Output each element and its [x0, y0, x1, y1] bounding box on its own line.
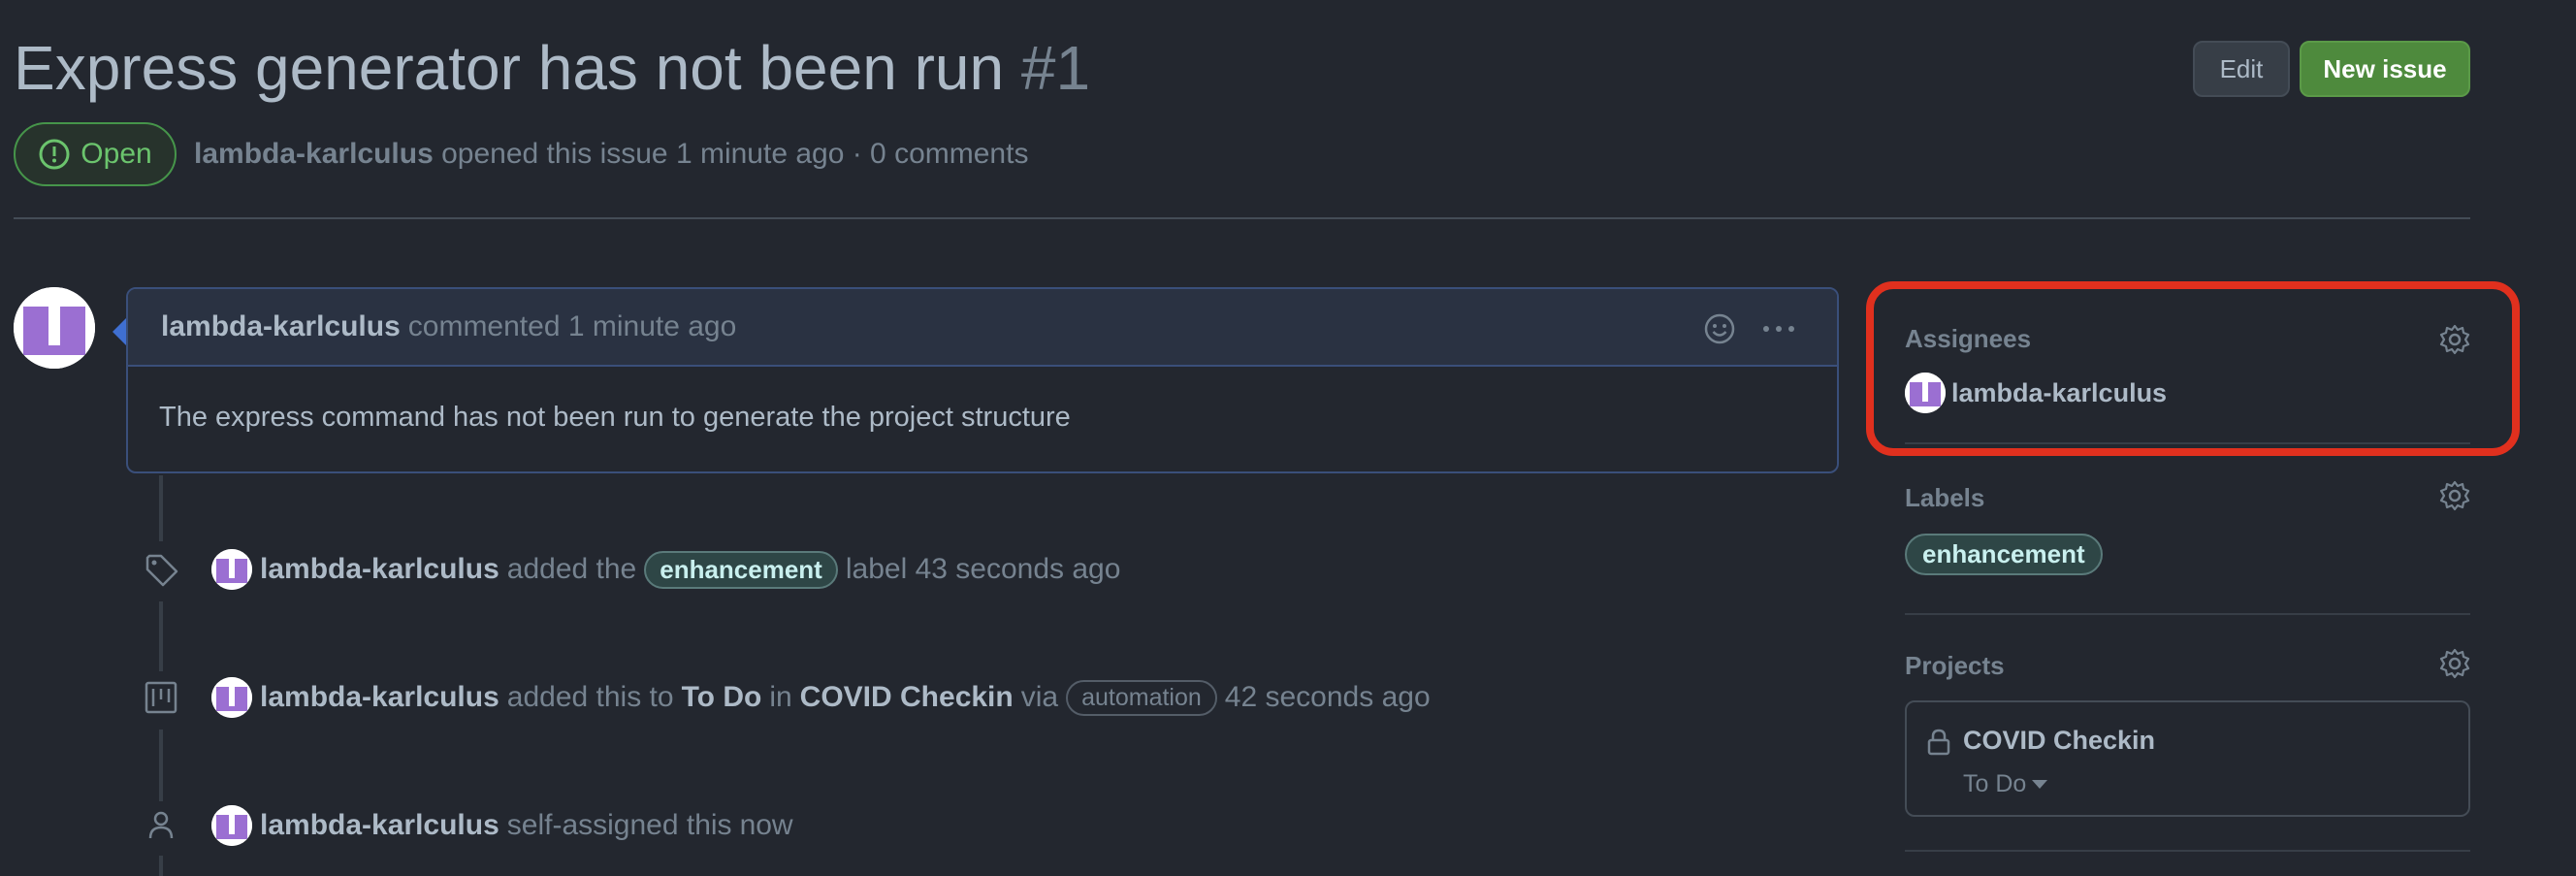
comment-body: The express command has not been run to …: [159, 402, 1071, 433]
timeline-event-project: lambda-karlculus added this to To Do in …: [142, 677, 1431, 718]
event-in-text: in: [769, 681, 792, 713]
event-suffix: label 43 seconds ago: [845, 553, 1121, 585]
person-icon: [148, 811, 174, 839]
comment-author-link[interactable]: lambda-karlculus: [161, 310, 401, 343]
timeline-line: [159, 601, 163, 671]
identicon-avatar-icon: [14, 287, 95, 369]
project-icon: [145, 681, 177, 714]
new-issue-button[interactable]: New issue: [2300, 41, 2470, 97]
event-author-link[interactable]: lambda-karlculus: [260, 681, 499, 714]
event-via-text: via: [1020, 681, 1059, 713]
comment-timestamp[interactable]: commented 1 minute ago: [408, 310, 737, 343]
project-column-label: To Do: [1963, 770, 2027, 797]
event-text: added this to: [506, 681, 674, 713]
status-badge: Open: [14, 122, 177, 186]
issue-author-link[interactable]: lambda-karlculus: [194, 138, 434, 170]
gear-icon[interactable]: [2438, 647, 2471, 680]
issue-title: Express generator has not been run #1: [14, 27, 1090, 109]
sidebar-divider: [1905, 613, 2470, 615]
issue-title-text: Express generator has not been run: [14, 33, 1005, 103]
timeline-line: [159, 475, 163, 541]
event-text: self-assigned this: [506, 809, 732, 841]
avatar: [1905, 373, 1946, 413]
header-divider: [14, 217, 2470, 219]
project-column-name: To Do: [681, 681, 762, 713]
timeline-line: [159, 730, 163, 801]
avatar[interactable]: [211, 549, 252, 590]
avatar[interactable]: [211, 677, 252, 718]
event-suffix: 42 seconds ago: [1224, 681, 1431, 713]
avatar[interactable]: [211, 805, 252, 846]
sidebar-label-badge[interactable]: enhancement: [1905, 534, 2103, 575]
chevron-down-icon: [2032, 780, 2048, 789]
issue-meta-text: opened this issue 1 minute ago · 0 comme…: [441, 138, 1029, 170]
assignees-highlight: [1866, 281, 2520, 456]
lock-icon: [1927, 729, 1950, 756]
sidebar-divider: [1905, 850, 2470, 852]
event-author-link[interactable]: lambda-karlculus: [260, 553, 499, 586]
project-card: COVID Checkin To Do: [1905, 700, 2470, 817]
gear-icon[interactable]: [2438, 479, 2471, 512]
tag-icon: [145, 554, 178, 587]
event-time[interactable]: now: [740, 809, 793, 842]
project-name-link[interactable]: COVID Checkin: [1963, 726, 2155, 756]
issue-number: #1: [1020, 33, 1091, 103]
comment-header: lambda-karlculus commented 1 minute ago: [128, 289, 1837, 367]
gear-icon[interactable]: [2438, 323, 2471, 356]
status-badge-label: Open: [80, 138, 152, 170]
timeline-event-labeled: lambda-karlculus added the enhancement l…: [142, 549, 1120, 590]
assignee-item[interactable]: lambda-karlculus: [1905, 373, 2167, 413]
project-link[interactable]: COVID Checkin: [800, 681, 1014, 714]
edit-button[interactable]: Edit: [2193, 41, 2290, 97]
projects-heading: Projects: [1905, 651, 2005, 680]
label-badge[interactable]: enhancement: [644, 550, 838, 589]
event-author-link[interactable]: lambda-karlculus: [260, 809, 499, 842]
event-text: added the: [506, 553, 637, 585]
kebab-horizontal-icon[interactable]: [1759, 312, 1798, 345]
sidebar-divider: [1905, 442, 2470, 444]
assignees-heading: Assignees: [1905, 324, 2032, 353]
timeline-event-assigned: lambda-karlculus self-assigned this now: [142, 805, 793, 846]
issue-opened-icon: [39, 139, 70, 170]
comment-author-avatar[interactable]: [14, 287, 95, 369]
project-column-dropdown[interactable]: To Do: [1963, 770, 2048, 798]
timeline-line: [159, 856, 163, 876]
smiley-icon[interactable]: [1703, 312, 1736, 345]
assignee-name: lambda-karlculus: [1951, 377, 2168, 407]
issue-page: Express generator has not been run #1 Ed…: [0, 0, 2576, 876]
labels-heading: Labels: [1905, 483, 1985, 512]
automation-badge: automation: [1066, 679, 1217, 716]
issue-meta: lambda-karlculus opened this issue 1 min…: [194, 138, 1028, 171]
issue-comment: lambda-karlculus commented 1 minute ago …: [113, 287, 1839, 473]
